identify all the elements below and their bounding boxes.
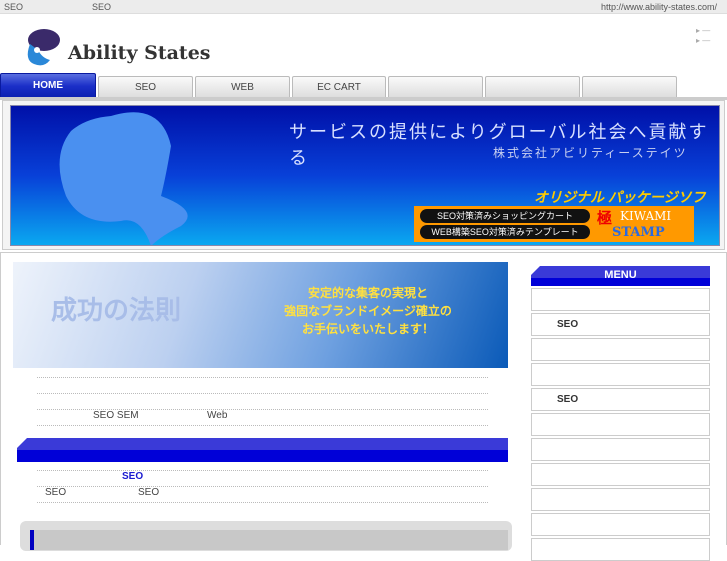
section-header-bar <box>17 438 508 462</box>
product-pill-template: WEB構築SEO対策済みテンプレート <box>420 225 590 239</box>
logo-text: Ability States <box>68 42 211 64</box>
stamp-label: STAMP <box>612 225 665 240</box>
copy-line: 強固なブランドイメージ確立の <box>284 304 452 318</box>
tab-home[interactable]: HOME <box>0 73 96 98</box>
success-banner: 成功の法則 安定的な集客の実現と 強固なブランドイメージ確立の お手伝いをいたし… <box>13 262 508 368</box>
mascot-shape <box>59 112 188 245</box>
menu-header: MENU <box>531 266 710 286</box>
kiwami-kanji: 極 <box>597 210 613 227</box>
menu-item[interactable] <box>531 413 710 436</box>
tab-7[interactable] <box>582 76 677 98</box>
copy-line: 安定的な集客の実現と <box>307 286 428 300</box>
copy-line: お手伝いをいたします！ <box>301 322 434 336</box>
seo-link[interactable]: SEO <box>122 471 143 482</box>
tab-5[interactable] <box>388 76 483 98</box>
success-copy: 安定的な集客の実現と 強固なブランドイメージ確立の お手伝いをいたします！ <box>283 284 453 338</box>
section-text-1: SEO <box>45 487 67 498</box>
header-link-2[interactable]: ▸ ― <box>696 36 710 45</box>
product-pill-cart: SEO対策済みショッピングカート <box>420 209 590 223</box>
header-link-1[interactable]: ▸ ― <box>696 26 710 35</box>
success-title: 成功の法則 <box>51 295 182 325</box>
intro-text-web: Web <box>207 410 228 421</box>
menu-item[interactable] <box>531 488 710 511</box>
tab-6[interactable] <box>485 76 580 98</box>
divider <box>37 393 488 394</box>
menu-item[interactable] <box>531 513 710 536</box>
top-text-1: SEO <box>4 2 24 12</box>
divider <box>37 470 488 471</box>
tab-ec-cart[interactable]: EC CART <box>292 76 386 98</box>
tab-web[interactable]: WEB <box>195 76 290 98</box>
menu-item[interactable] <box>531 438 710 461</box>
menu-item[interactable] <box>531 538 710 561</box>
company-name: 株式会社アビリティーステイツ <box>493 146 688 160</box>
divider <box>37 377 488 378</box>
news-box-header <box>30 530 508 550</box>
menu-item[interactable] <box>531 363 710 386</box>
divider <box>37 486 488 487</box>
intro-text: SEO SEM <box>93 410 139 421</box>
site-url[interactable]: http://www.ability-states.com/ <box>601 2 717 12</box>
menu-item[interactable] <box>531 288 710 311</box>
kiwami-label: KIWAMI <box>620 209 672 223</box>
menu-item[interactable] <box>531 338 710 361</box>
top-bar: SEO SEO http://www.ability-states.com/ <box>0 0 727 14</box>
hero-banner: サービスの提供によりグローバル社会へ貢献する 株式会社アビリティーステイツ オリ… <box>10 105 720 246</box>
divider <box>37 425 488 426</box>
tab-seo[interactable]: SEO <box>98 76 193 98</box>
product-box[interactable]: SEO対策済みショッピングカート WEB構築SEO対策済みテンプレート 極 KI… <box>414 206 694 242</box>
menu-item[interactable] <box>531 463 710 486</box>
top-text-2: SEO <box>92 2 112 12</box>
logo-icon <box>27 29 60 66</box>
menu-item-seo[interactable]: SEO <box>531 313 710 336</box>
divider <box>37 502 488 503</box>
section-text-2: SEO <box>138 487 160 498</box>
menu-item-seo[interactable]: SEO <box>531 388 710 411</box>
